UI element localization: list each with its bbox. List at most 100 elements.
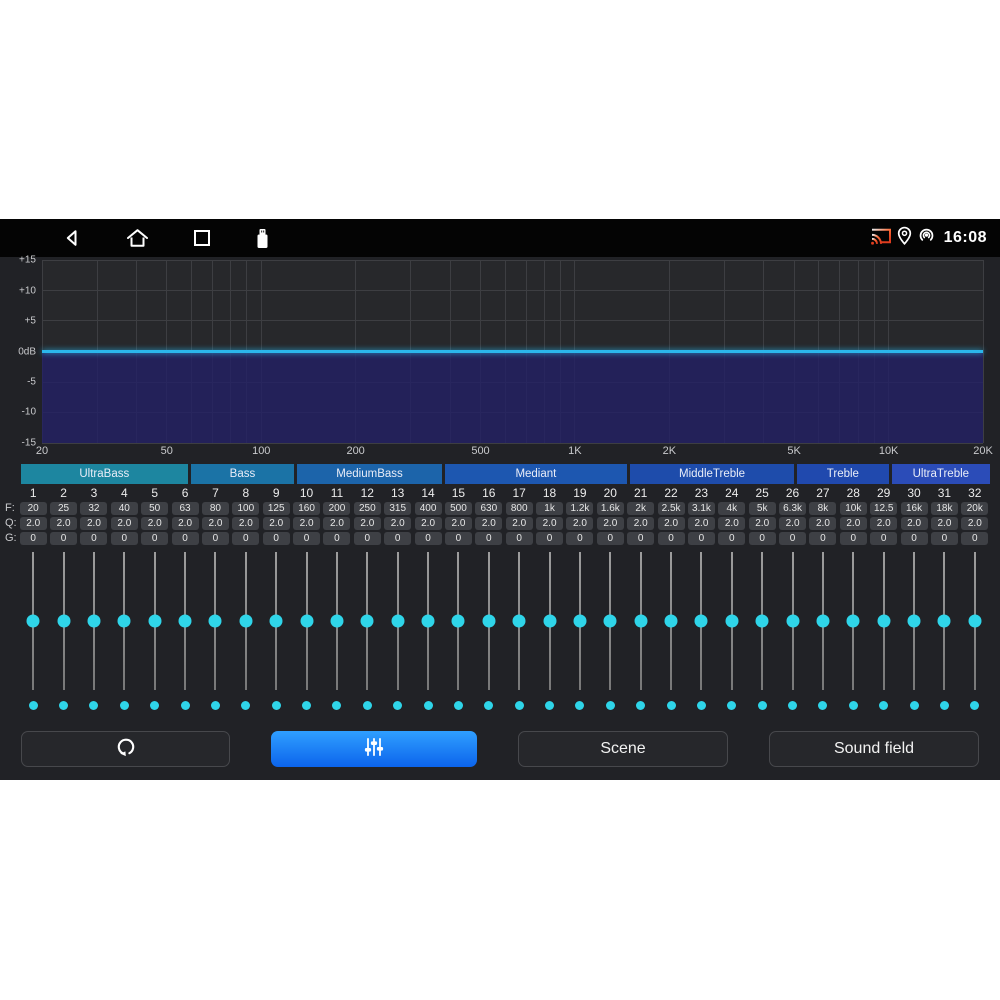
q-value[interactable]: 2.0 (263, 517, 290, 530)
q-value[interactable]: 2.0 (445, 517, 472, 530)
q-value[interactable]: 2.0 (627, 517, 654, 530)
band-segment[interactable]: Bass (191, 464, 295, 484)
channel-indicator-dot[interactable] (29, 701, 38, 710)
slider-thumb[interactable] (543, 615, 556, 628)
q-value[interactable]: 2.0 (779, 517, 806, 530)
gain-value[interactable]: 0 (445, 532, 472, 545)
q-value[interactable]: 2.0 (80, 517, 107, 530)
gain-value[interactable]: 0 (293, 532, 320, 545)
slider-thumb[interactable] (725, 615, 738, 628)
slider-thumb[interactable] (877, 615, 890, 628)
q-value[interactable]: 2.0 (931, 517, 958, 530)
channel-indicator-dot[interactable] (667, 701, 676, 710)
sound-field-button[interactable]: Sound field (769, 731, 979, 767)
channel-indicator-dot[interactable] (515, 701, 524, 710)
q-value[interactable]: 2.0 (506, 517, 533, 530)
slider-thumb[interactable] (361, 615, 374, 628)
back-icon[interactable] (62, 228, 82, 248)
band-segment[interactable]: Treble (797, 464, 889, 484)
channel-indicator-dot[interactable] (181, 701, 190, 710)
band-segment[interactable]: UltraBass (21, 464, 188, 484)
slider-thumb[interactable] (908, 615, 921, 628)
gain-value[interactable]: 0 (263, 532, 290, 545)
gain-value[interactable]: 0 (506, 532, 533, 545)
frequency-value[interactable]: 5k (749, 502, 776, 515)
gain-value[interactable]: 0 (840, 532, 867, 545)
slider-thumb[interactable] (148, 615, 161, 628)
gain-value[interactable]: 0 (80, 532, 107, 545)
q-value[interactable]: 2.0 (809, 517, 836, 530)
gain-slider[interactable] (18, 552, 48, 690)
frequency-value[interactable]: 125 (263, 502, 290, 515)
q-value[interactable]: 2.0 (232, 517, 259, 530)
gain-value[interactable]: 0 (384, 532, 411, 545)
frequency-value[interactable]: 160 (293, 502, 320, 515)
frequency-value[interactable]: 250 (354, 502, 381, 515)
reset-button[interactable] (21, 731, 230, 767)
slider-thumb[interactable] (968, 615, 981, 628)
q-value[interactable]: 2.0 (20, 517, 47, 530)
q-value[interactable]: 2.0 (536, 517, 563, 530)
gain-slider[interactable] (686, 552, 716, 690)
gain-value[interactable]: 0 (415, 532, 442, 545)
q-value[interactable]: 2.0 (566, 517, 593, 530)
gain-value[interactable]: 0 (688, 532, 715, 545)
recents-icon[interactable] (193, 229, 211, 247)
slider-thumb[interactable] (634, 615, 647, 628)
frequency-value[interactable]: 4k (718, 502, 745, 515)
gain-value[interactable]: 0 (111, 532, 138, 545)
gain-slider[interactable] (717, 552, 747, 690)
channel-indicator-dot[interactable] (910, 701, 919, 710)
gain-value[interactable]: 0 (870, 532, 897, 545)
channel-indicator-dot[interactable] (879, 701, 888, 710)
gain-slider[interactable] (595, 552, 625, 690)
channel-indicator-dot[interactable] (302, 701, 311, 710)
frequency-value[interactable]: 500 (445, 502, 472, 515)
slider-thumb[interactable] (847, 615, 860, 628)
q-value[interactable]: 2.0 (384, 517, 411, 530)
channel-indicator-dot[interactable] (788, 701, 797, 710)
slider-thumb[interactable] (300, 615, 313, 628)
frequency-value[interactable]: 8k (809, 502, 836, 515)
q-value[interactable]: 2.0 (323, 517, 350, 530)
gain-slider[interactable] (565, 552, 595, 690)
frequency-value[interactable]: 100 (232, 502, 259, 515)
channel-indicator-dot[interactable] (424, 701, 433, 710)
slider-thumb[interactable] (816, 615, 829, 628)
slider-thumb[interactable] (482, 615, 495, 628)
slider-thumb[interactable] (695, 615, 708, 628)
q-value[interactable]: 2.0 (50, 517, 77, 530)
gain-slider[interactable] (626, 552, 656, 690)
band-segment[interactable]: MiddleTreble (630, 464, 794, 484)
gain-slider[interactable] (413, 552, 443, 690)
q-value[interactable]: 2.0 (111, 517, 138, 530)
gain-value[interactable]: 0 (232, 532, 259, 545)
q-value[interactable]: 2.0 (415, 517, 442, 530)
gain-slider[interactable] (656, 552, 686, 690)
slider-thumb[interactable] (786, 615, 799, 628)
frequency-value[interactable]: 800 (506, 502, 533, 515)
channel-indicator-dot[interactable] (332, 701, 341, 710)
gain-slider[interactable] (79, 552, 109, 690)
gain-value[interactable]: 0 (141, 532, 168, 545)
channel-indicator-dot[interactable] (545, 701, 554, 710)
band-segment[interactable]: MediumBass (297, 464, 442, 484)
frequency-value[interactable]: 20k (961, 502, 988, 515)
slider-thumb[interactable] (604, 615, 617, 628)
slider-thumb[interactable] (330, 615, 343, 628)
gain-slider[interactable] (261, 552, 291, 690)
gain-slider[interactable] (534, 552, 564, 690)
q-value[interactable]: 2.0 (870, 517, 897, 530)
gain-value[interactable]: 0 (536, 532, 563, 545)
q-value[interactable]: 2.0 (202, 517, 229, 530)
channel-indicator-dot[interactable] (575, 701, 584, 710)
gain-value[interactable]: 0 (354, 532, 381, 545)
channel-indicator-dot[interactable] (970, 701, 979, 710)
q-value[interactable]: 2.0 (172, 517, 199, 530)
q-value[interactable]: 2.0 (961, 517, 988, 530)
q-value[interactable]: 2.0 (749, 517, 776, 530)
home-icon[interactable] (126, 228, 149, 248)
slider-thumb[interactable] (27, 615, 40, 628)
gain-value[interactable]: 0 (749, 532, 776, 545)
frequency-value[interactable]: 1.6k (597, 502, 624, 515)
